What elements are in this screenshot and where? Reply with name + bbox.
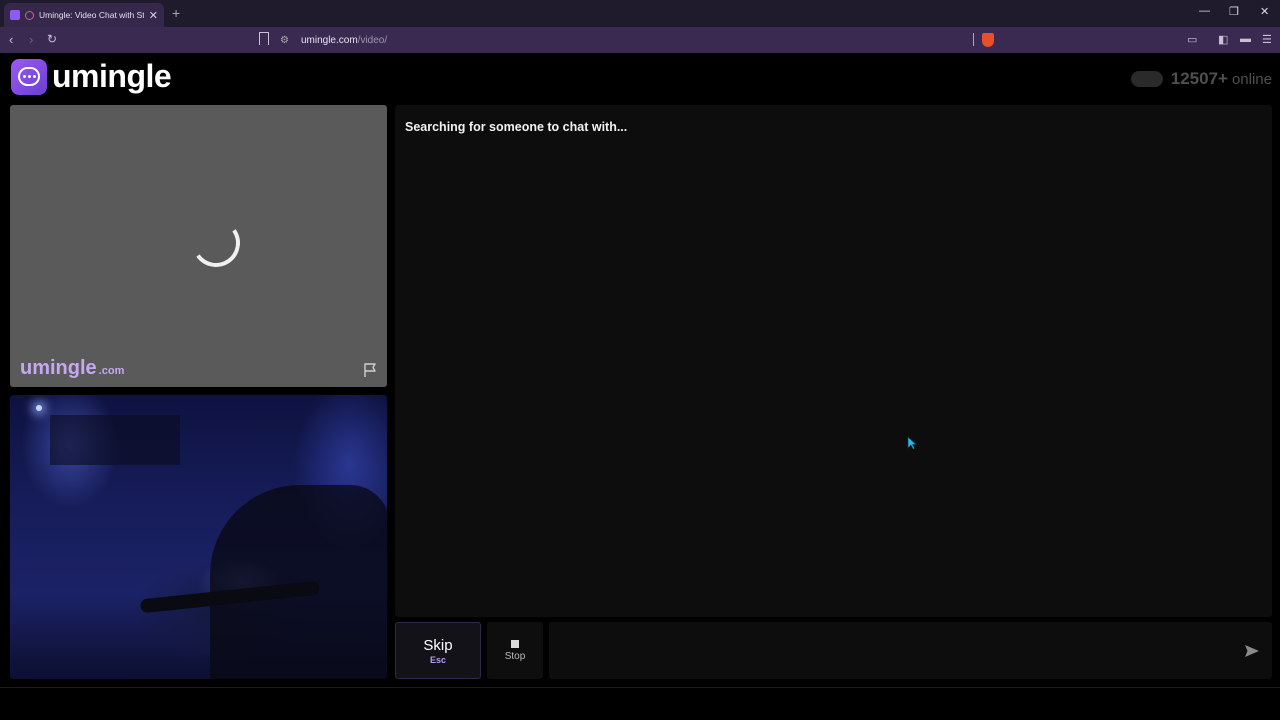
bookmark-icon[interactable] (259, 32, 269, 45)
tab-title: Umingle: Video Chat with Strangers (39, 10, 144, 20)
video-watermark: umingle .com (20, 357, 124, 380)
minimize-button[interactable]: — (1199, 5, 1210, 17)
send-icon[interactable] (1244, 644, 1260, 658)
watermark-suffix: .com (98, 365, 125, 377)
tab-close-icon[interactable]: ✕ (149, 9, 158, 22)
forward-icon[interactable]: › (29, 32, 33, 47)
loading-spinner (188, 215, 244, 271)
recording-icon (25, 10, 34, 20)
wallet-icon[interactable]: ▬ (1240, 33, 1251, 45)
stop-label: Stop (504, 650, 526, 662)
mouse-cursor-icon (907, 436, 917, 450)
menu-icon[interactable]: ☰ (1262, 33, 1272, 46)
online-counter: 12507+ online (1130, 69, 1272, 89)
address-bar[interactable]: ⚙ umingle.com/video/ (280, 30, 1000, 50)
skip-button[interactable]: Skip Esc (395, 622, 481, 679)
online-suffix: online (1231, 70, 1272, 88)
sidebar-icon[interactable]: ◧ (1218, 33, 1228, 46)
online-toggle[interactable] (1130, 71, 1163, 87)
browser-tab[interactable]: Umingle: Video Chat with Strangers ✕ (4, 3, 164, 27)
tab-search-icon[interactable]: ▭ (1187, 33, 1197, 46)
site-logo[interactable]: umingle (11, 58, 172, 95)
url-host: umingle.com (300, 34, 358, 46)
site-favicon-icon (10, 10, 20, 20)
chat-bubble-icon (11, 58, 47, 95)
reload-icon[interactable]: ↻ (47, 32, 57, 46)
stop-icon (511, 639, 519, 648)
logo-text: umingle (52, 58, 172, 94)
webcam-background (50, 415, 180, 465)
brave-shield-icon[interactable] (982, 33, 994, 47)
watermark-main: umingle (20, 357, 97, 379)
browser-toolbar: ‹ › ↻ ⚙ umingle.com/video/ ▭ ◧ ▬ ☰ (0, 27, 1280, 53)
skip-shortcut: Esc (429, 654, 446, 665)
site-settings-icon[interactable]: ⚙ (280, 35, 289, 46)
status-message: Searching for someone to chat with... (405, 120, 628, 134)
back-icon[interactable]: ‹ (9, 32, 13, 47)
self-video (10, 395, 387, 679)
stop-button[interactable]: Stop (487, 622, 543, 679)
browser-tab-bar: Umingle: Video Chat with Strangers ✕ + —… (0, 0, 1280, 27)
close-window-button[interactable]: ✕ (1260, 5, 1269, 18)
chat-panel: Searching for someone to chat with... (395, 105, 1272, 617)
stranger-video: umingle .com (10, 105, 387, 387)
new-tab-button[interactable]: + (172, 5, 180, 21)
bottom-strip (0, 687, 1280, 720)
skip-label: Skip (423, 636, 453, 654)
maximize-button[interactable]: ❐ (1229, 5, 1239, 18)
address-divider (973, 33, 974, 46)
webcam-light (36, 405, 42, 411)
page-content: umingle 12507+ online umingle .com Searc… (0, 53, 1280, 687)
url-path: /video/ (357, 34, 388, 46)
online-count: 12507+ (1170, 69, 1228, 88)
flag-icon[interactable] (362, 362, 378, 378)
message-input[interactable] (549, 622, 1272, 679)
